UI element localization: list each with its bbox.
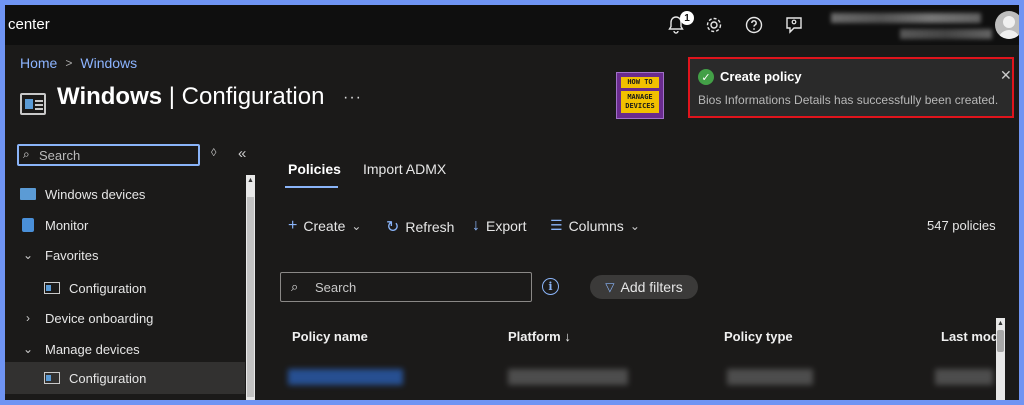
plus-icon: + [288,217,298,234]
more-options-icon[interactable]: ··· [343,89,362,107]
nav-item-label: Configuration [69,280,147,296]
search-icon: ⌕ [291,279,299,294]
table-row-redacted [727,369,813,385]
nav-item-favorites-configuration[interactable]: Configuration [5,273,245,303]
toast-title: Create policy [720,69,802,84]
columns-button[interactable]: ☰ Columns ⌄ [550,217,640,234]
close-icon[interactable]: ✕ [1000,67,1012,84]
scroll-up-icon[interactable]: ▲ [997,320,1004,327]
table-row-redacted [508,369,628,385]
chevron-down-icon: ⌄ [351,219,362,233]
breadcrumb-home[interactable]: Home [20,55,57,71]
column-header-last-modified[interactable]: Last mod [941,329,999,344]
configuration-icon [44,281,60,295]
nav-item-windows-devices[interactable]: Windows devices [5,179,245,209]
nav-item-label: Device onboarding [45,310,154,326]
nav-item-favorites[interactable]: ⌄ Favorites [5,240,245,270]
columns-icon: ☰ [550,217,563,233]
export-label: Export [486,218,527,234]
page-title: Windows | Configuration [57,83,324,111]
chevron-down-icon: ⌄ [22,248,34,262]
brand-title: center [8,16,50,33]
help-icon[interactable] [743,14,765,36]
account-name-redacted [831,13,981,23]
windows-devices-icon [20,187,36,201]
nav-search-box: ⌕ [17,144,200,166]
table-row-redacted [288,369,403,385]
add-filters-label: Add filters [620,279,683,295]
nav-search-input[interactable] [39,147,189,163]
refresh-button[interactable]: ↻ Refresh [386,217,454,237]
logo-line2: MANAGE DEVICES [621,91,659,113]
create-label: Create [303,218,346,234]
policy-search-box: ⌕ [280,272,532,302]
nav-item-label: Monitor [45,217,89,233]
nav-scroll-thumb[interactable] [247,197,254,397]
page-title-bold: Windows [57,83,163,110]
create-button[interactable]: + Create ⌄ [288,217,361,235]
configuration-icon [20,93,46,115]
tab-policies[interactable]: Policies [288,161,341,177]
download-icon: ↓ [472,217,480,234]
column-header-policy-name[interactable]: Policy name [292,329,368,344]
policy-search-input[interactable] [315,279,515,296]
nav-item-label: Manage devices [45,341,140,357]
success-check-icon: ✓ [698,69,714,85]
search-icon: ⌕ [23,147,30,161]
gear-icon[interactable] [703,14,725,36]
chevron-right-icon: › [26,311,30,325]
add-filters-button[interactable]: ▽ Add filters [590,275,698,299]
scroll-up-icon[interactable]: ▲ [247,177,254,184]
sort-toggle-icon[interactable]: ◊ [211,147,216,159]
avatar[interactable] [995,11,1019,39]
export-button[interactable]: ↓ Export [472,217,526,235]
top-bar: center 1 [5,5,1019,45]
column-header-policy-type[interactable]: Policy type [724,329,793,344]
active-tab-indicator [285,186,338,188]
feedback-icon[interactable] [783,14,805,36]
collapse-nav-icon[interactable]: « [238,145,246,162]
info-icon[interactable]: i [542,278,559,295]
nav-item-configuration-selected[interactable]: Configuration [5,362,245,394]
breadcrumb: Home > Windows [20,55,137,71]
chevron-right-icon: > [65,56,73,70]
nav-item-device-onboarding[interactable]: › Device onboarding [5,303,245,333]
chevron-down-icon: ⌄ [629,218,640,233]
nav-scrollbar[interactable]: ▲ [246,175,255,400]
notification-badge: 1 [680,11,694,25]
monitor-icon [20,218,36,232]
policy-count: 547 policies [927,218,996,233]
columns-label: Columns [568,217,624,234]
logo-line1: HOW TO [621,77,659,88]
nav-item-manage-devices[interactable]: ⌄ Manage devices [5,334,245,364]
how-to-manage-devices-logo: HOW TO MANAGE DEVICES [616,72,664,119]
nav-item-label: Configuration [69,370,147,386]
chevron-down-icon: ⌄ [22,342,34,356]
success-toast: ✓ Create policy ✕ Bios Informations Deta… [688,57,1014,118]
table-scrollbar[interactable]: ▲ [996,318,1005,400]
tab-import-admx[interactable]: Import ADMX [363,161,446,177]
nav-item-label: Favorites [45,247,99,263]
page-title-rest: | Configuration [162,83,325,110]
refresh-label: Refresh [405,219,455,235]
table-scroll-thumb[interactable] [997,330,1004,352]
nav-item-label: Windows devices [45,186,146,202]
account-tenant-redacted [900,29,992,39]
breadcrumb-windows[interactable]: Windows [80,55,137,71]
toast-message: Bios Informations Details has successful… [698,93,999,107]
app-window: center 1 Home > Windows Windows | Config… [5,5,1019,400]
table-row-redacted [935,369,993,385]
configuration-icon [44,371,60,385]
refresh-icon: ↻ [386,219,400,236]
nav-item-monitor[interactable]: Monitor [5,210,245,240]
column-header-platform[interactable]: Platform ↓ [508,329,571,344]
filter-icon: ▽ [605,280,615,294]
